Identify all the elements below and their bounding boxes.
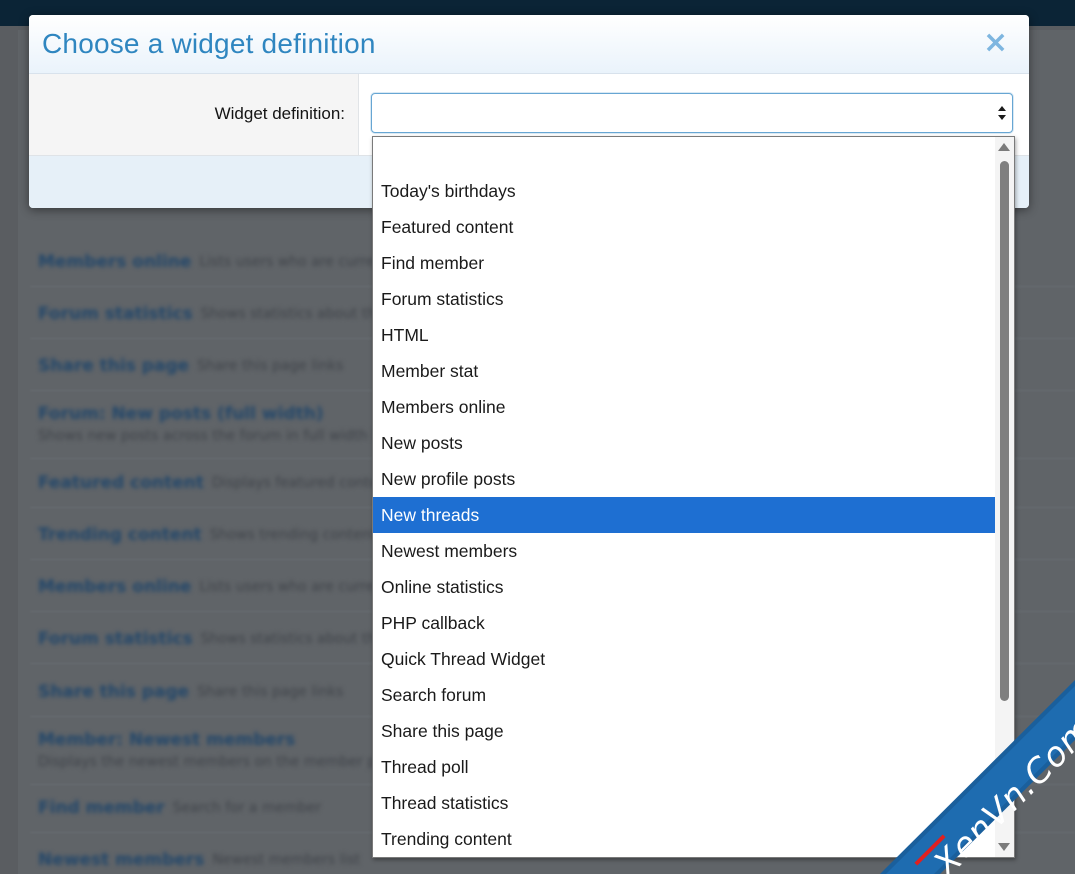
scroll-thumb[interactable] — [1000, 161, 1009, 701]
option-online-statistics[interactable]: Online statistics — [373, 569, 995, 605]
option-php-callback[interactable]: PHP callback — [373, 605, 995, 641]
option-new-posts[interactable]: New posts — [373, 425, 995, 461]
dialog-title: Choose a widget definition — [42, 28, 376, 59]
option-forum-statistics[interactable]: Forum statistics — [373, 281, 995, 317]
widget-definition-select[interactable] — [371, 93, 1013, 133]
widget-definition-label: Widget definition: — [214, 103, 345, 123]
option-find-member[interactable]: Find member — [373, 245, 995, 281]
option-quick-thread-widget[interactable]: Quick Thread Widget — [373, 641, 995, 677]
option-member-stat[interactable]: Member stat — [373, 353, 995, 389]
field-label-cell: Widget definition: — [29, 74, 359, 155]
option-todays-birthdays[interactable]: Today's birthdays — [373, 173, 995, 209]
select-arrows-icon — [997, 105, 1007, 121]
option-featured-content[interactable]: Featured content — [373, 209, 995, 245]
option-new-threads[interactable]: New threads — [373, 497, 995, 533]
watermark: XenVn.Com — [880, 680, 1075, 874]
option-newest-members[interactable]: Newest members — [373, 533, 995, 569]
option-new-profile-posts[interactable]: New profile posts — [373, 461, 995, 497]
close-icon[interactable]: × — [983, 28, 1008, 58]
option-html[interactable]: HTML — [373, 317, 995, 353]
dialog-header: Choose a widget definition × — [29, 15, 1029, 74]
scroll-up-arrow-icon[interactable] — [998, 143, 1010, 151]
option-members-online[interactable]: Members online — [373, 389, 995, 425]
select-arrows-icon-svg — [998, 106, 1006, 120]
modal-overlay: Choose a widget definition × Widget defi… — [0, 0, 1075, 874]
option-empty[interactable] — [373, 137, 995, 173]
